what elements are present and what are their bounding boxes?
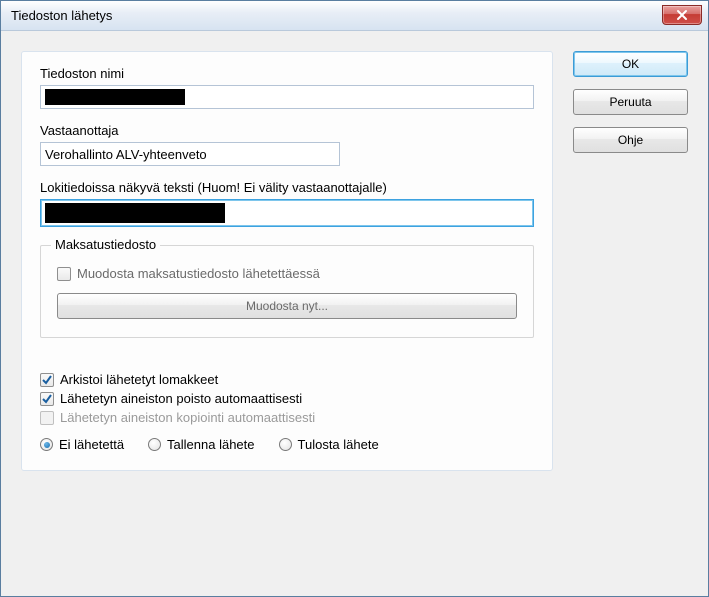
filename-value-redacted — [45, 89, 185, 105]
create-now-button[interactable]: Muodosta nyt... — [57, 293, 517, 319]
cancel-button[interactable]: Peruuta — [573, 89, 688, 115]
recipient-label: Vastaanottaja — [40, 123, 534, 138]
close-button[interactable] — [662, 5, 702, 25]
filename-input[interactable] — [40, 85, 534, 109]
help-label: Ohje — [618, 133, 643, 147]
cover-letter-radio-group: Ei lähetettä Tallenna lähete Tulosta läh… — [40, 437, 534, 452]
window-title: Tiedoston lähetys — [11, 8, 112, 23]
radio-print-coverletter-button[interactable] — [279, 438, 292, 451]
create-now-label: Muodosta nyt... — [246, 299, 328, 313]
create-on-send-label: Muodosta maksatustiedosto lähetettäessä — [77, 266, 320, 281]
main-column: Tiedoston nimi Vastaanottaja Verohallint… — [21, 51, 553, 576]
autocopy-label: Lähetetyn aineiston kopiointi automaatti… — [60, 410, 315, 425]
archive-checkbox[interactable] — [40, 373, 54, 387]
ok-label: OK — [622, 57, 639, 71]
archive-label: Arkistoi lähetetyt lomakkeet — [60, 372, 218, 387]
recipient-input[interactable]: Verohallinto ALV-yhteenveto — [40, 142, 340, 166]
side-column: OK Peruuta Ohje — [573, 51, 688, 576]
logtext-field: Lokitiedoissa näkyvä teksti (Huom! Ei vä… — [40, 180, 534, 227]
autodelete-checkbox-row[interactable]: Lähetetyn aineiston poisto automaattises… — [40, 391, 534, 406]
radio-save-coverletter-label: Tallenna lähete — [167, 437, 254, 452]
recipient-field: Vastaanottaja Verohallinto ALV-yhteenvet… — [40, 123, 534, 166]
payment-file-legend: Maksatustiedosto — [51, 237, 160, 252]
client-area: Tiedoston nimi Vastaanottaja Verohallint… — [1, 31, 708, 596]
radio-print-coverletter[interactable]: Tulosta lähete — [279, 437, 379, 452]
autocopy-checkbox — [40, 411, 54, 425]
dialog-window: Tiedoston lähetys Tiedoston nimi Vastaan… — [0, 0, 709, 597]
filename-field: Tiedoston nimi — [40, 66, 534, 109]
check-icon — [42, 375, 52, 385]
radio-save-coverletter[interactable]: Tallenna lähete — [148, 437, 254, 452]
radio-no-coverletter-button[interactable] — [40, 438, 53, 451]
autocopy-checkbox-row: Lähetetyn aineiston kopiointi automaatti… — [40, 410, 534, 425]
recipient-value: Verohallinto ALV-yhteenveto — [45, 147, 207, 162]
radio-print-coverletter-label: Tulosta lähete — [298, 437, 379, 452]
autodelete-label: Lähetetyn aineiston poisto automaattises… — [60, 391, 302, 406]
check-icon — [42, 394, 52, 404]
logtext-value-redacted — [45, 203, 225, 223]
logtext-label: Lokitiedoissa näkyvä teksti (Huom! Ei vä… — [40, 180, 534, 195]
autodelete-checkbox[interactable] — [40, 392, 54, 406]
cancel-label: Peruuta — [609, 95, 651, 109]
archive-checkbox-row[interactable]: Arkistoi lähetetyt lomakkeet — [40, 372, 534, 387]
radio-save-coverletter-button[interactable] — [148, 438, 161, 451]
spacer — [40, 338, 534, 368]
radio-no-coverletter-label: Ei lähetettä — [59, 437, 124, 452]
payment-file-group: Maksatustiedosto Muodosta maksatustiedos… — [40, 245, 534, 338]
create-on-send-checkbox[interactable] — [57, 267, 71, 281]
logtext-input[interactable] — [40, 199, 534, 227]
create-on-send-checkbox-row[interactable]: Muodosta maksatustiedosto lähetettäessä — [57, 266, 517, 281]
form-panel: Tiedoston nimi Vastaanottaja Verohallint… — [21, 51, 553, 471]
close-icon — [676, 9, 688, 21]
filename-label: Tiedoston nimi — [40, 66, 534, 81]
help-button[interactable]: Ohje — [573, 127, 688, 153]
titlebar: Tiedoston lähetys — [1, 1, 708, 31]
radio-no-coverletter[interactable]: Ei lähetettä — [40, 437, 124, 452]
ok-button[interactable]: OK — [573, 51, 688, 77]
